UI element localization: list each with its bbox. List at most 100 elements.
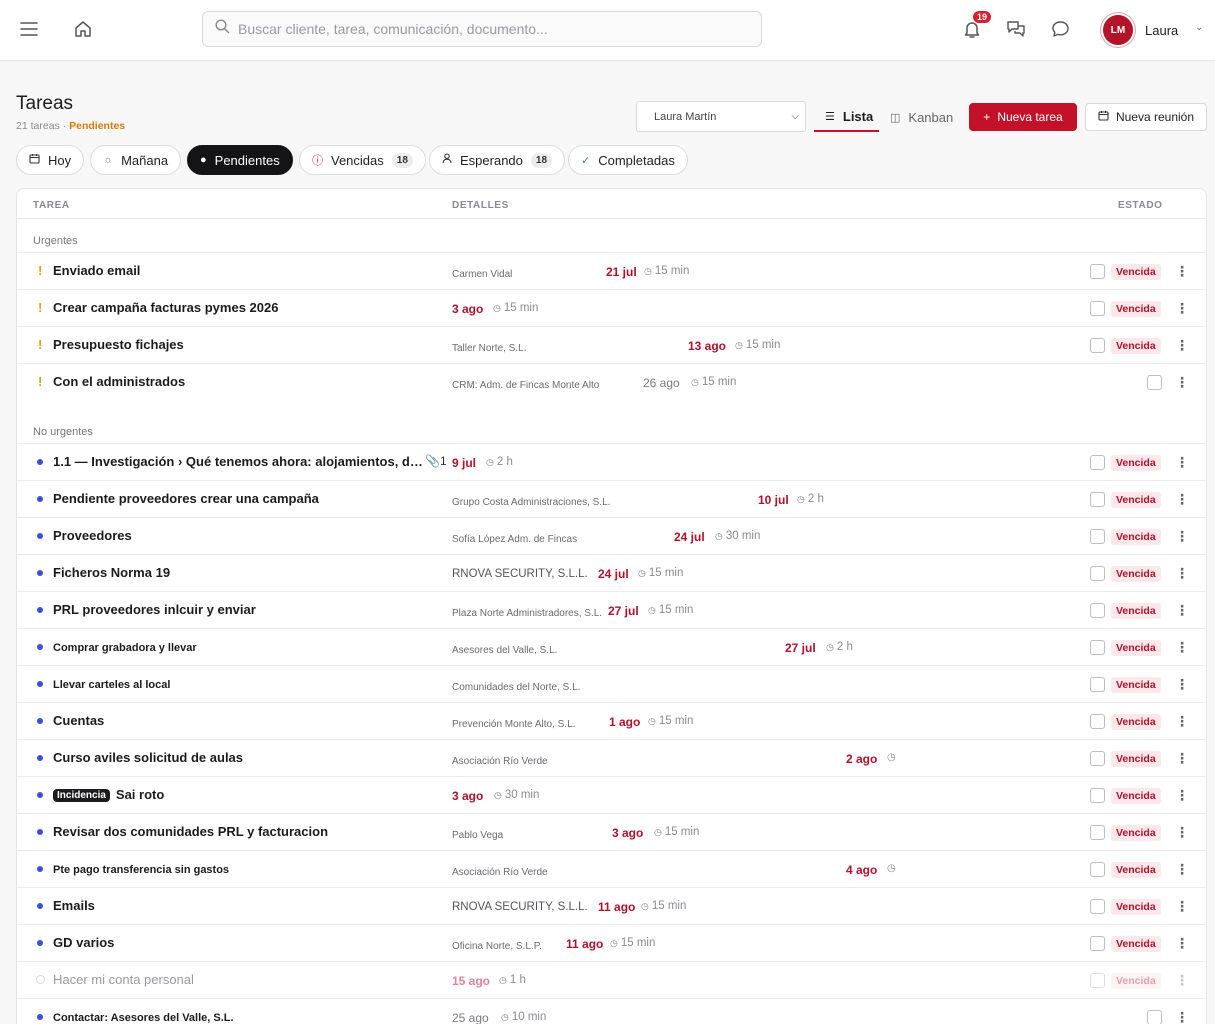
task-checkbox[interactable] <box>1090 862 1105 877</box>
task-checkbox[interactable] <box>1090 492 1105 507</box>
task-checkbox[interactable] <box>1090 264 1105 279</box>
more-options-icon[interactable]: ⋮ <box>1175 528 1189 545</box>
task-title[interactable]: Contactar: Asesores del Valle, S.L. <box>53 1012 234 1024</box>
table-row[interactable]: Pendiente proveedores crear una campaña … <box>17 480 1206 517</box>
task-title[interactable]: Emails <box>53 898 95 913</box>
tab-kanban[interactable]: ◫ Kanban <box>890 103 953 132</box>
menu-icon[interactable] <box>15 15 43 43</box>
filter-pending[interactable]: ● Pendientes <box>187 145 293 175</box>
more-options-icon[interactable]: ⋮ <box>1175 861 1189 878</box>
task-checkbox[interactable] <box>1090 640 1105 655</box>
task-checkbox[interactable] <box>1090 788 1105 803</box>
table-row[interactable]: Contactar: Asesores del Valle, S.L. 25 a… <box>17 998 1206 1024</box>
task-title[interactable]: Incidencia Sai roto <box>53 787 164 802</box>
more-options-icon[interactable]: ⋮ <box>1175 491 1189 508</box>
task-checkbox[interactable] <box>1090 825 1105 840</box>
table-row[interactable]: Emails RNOVA SECURITY, S.L.L. 11 ago ◷ 15… <box>17 887 1206 924</box>
filter-overdue[interactable]: ⓘ Vencidas 18 <box>299 145 426 175</box>
table-row[interactable]: Incidencia Sai roto 3 ago ◷ 30 min Vencida… <box>17 776 1206 813</box>
task-checkbox[interactable] <box>1090 455 1105 470</box>
table-row[interactable]: Proveedores Sofía López Adm. de Fincas 2… <box>17 517 1206 554</box>
task-checkbox[interactable] <box>1090 566 1105 581</box>
more-options-icon[interactable]: ⋮ <box>1175 263 1189 280</box>
table-row[interactable]: ! Enviado email Carmen Vidal 21 jul ◷ 15 … <box>17 252 1206 289</box>
more-options-icon[interactable]: ⋮ <box>1175 787 1189 804</box>
task-checkbox[interactable] <box>1090 899 1105 914</box>
more-options-icon[interactable]: ⋮ <box>1175 337 1189 354</box>
task-title[interactable]: Curso aviles solicitud de aulas <box>53 750 243 765</box>
task-checkbox[interactable] <box>1090 751 1105 766</box>
task-title[interactable]: PRL proveedores inlcuir y enviar <box>53 602 256 617</box>
task-title[interactable]: GD varios <box>53 935 114 950</box>
table-row[interactable]: PRL proveedores inlcuir y enviar Plaza N… <box>17 591 1206 628</box>
more-options-icon[interactable]: ⋮ <box>1175 898 1189 915</box>
more-options-icon[interactable]: ⋮ <box>1175 750 1189 767</box>
more-options-icon[interactable]: ⋮ <box>1175 602 1189 619</box>
task-title[interactable]: Pendiente proveedores crear una campaña <box>53 491 319 506</box>
table-row[interactable]: ! Crear campaña facturas pymes 2026 3 ag… <box>17 289 1206 326</box>
task-title[interactable]: Ficheros Norma 19 <box>53 565 170 580</box>
task-title[interactable]: Con el administrados <box>53 374 185 389</box>
table-row[interactable]: 1.1 — Investigación › Qué tenemos ahora:… <box>17 443 1206 480</box>
table-row[interactable]: ! Con el administrados CRM: Adm. de Finc… <box>17 363 1206 400</box>
more-options-icon[interactable]: ⋮ <box>1175 300 1189 317</box>
more-options-icon[interactable]: ⋮ <box>1175 972 1189 989</box>
filter-tomorrow[interactable]: ☼ Mañana <box>90 145 182 175</box>
task-checkbox[interactable] <box>1090 338 1105 353</box>
search-input[interactable] <box>238 21 738 37</box>
task-title[interactable]: Revisar dos comunidades PRL y facturacio… <box>53 824 328 839</box>
user-name[interactable]: Laura <box>1145 23 1178 38</box>
task-title[interactable]: Comprar grabadora y llevar <box>53 642 197 654</box>
task-title[interactable]: Cuentas <box>53 713 104 728</box>
more-options-icon[interactable]: ⋮ <box>1175 639 1189 656</box>
table-row[interactable]: Comprar grabadora y llevar Asesores del … <box>17 628 1206 665</box>
more-options-icon[interactable]: ⋮ <box>1175 824 1189 841</box>
more-options-icon[interactable]: ⋮ <box>1175 374 1189 391</box>
more-options-icon[interactable]: ⋮ <box>1175 565 1189 582</box>
chevron-down-icon[interactable]: ⌄ <box>1195 22 1203 33</box>
table-row[interactable]: GD varios Oficina Norte, S.L.P. 11 ago ◷… <box>17 924 1206 961</box>
task-checkbox[interactable] <box>1090 301 1105 316</box>
task-checkbox[interactable] <box>1090 677 1105 692</box>
task-checkbox[interactable] <box>1147 375 1162 390</box>
table-row[interactable]: ! Presupuesto fichajes Taller Norte, S.L… <box>17 326 1206 363</box>
new-meeting-button[interactable]: Nueva reunión <box>1085 103 1207 131</box>
table-row[interactable]: Revisar dos comunidades PRL y facturacio… <box>17 813 1206 850</box>
search-box[interactable] <box>202 11 762 47</box>
more-options-icon[interactable]: ⋮ <box>1175 935 1189 952</box>
task-checkbox[interactable] <box>1090 603 1105 618</box>
table-row[interactable]: Ficheros Norma 19 RNOVA SECURITY, S.L.L.… <box>17 554 1206 591</box>
task-title[interactable]: Pte pago transferencia sin gastos <box>53 864 229 876</box>
table-row[interactable]: Cuentas Prevención Monte Alto, S.L. 1 ag… <box>17 702 1206 739</box>
more-options-icon[interactable]: ⋮ <box>1175 1009 1189 1024</box>
table-row[interactable]: Llevar carteles al local Comunidades del… <box>17 665 1206 702</box>
more-options-icon[interactable]: ⋮ <box>1175 713 1189 730</box>
chat-bubbles-icon[interactable] <box>1002 15 1030 43</box>
new-task-button[interactable]: + Nueva tarea <box>969 103 1077 131</box>
more-options-icon[interactable]: ⋮ <box>1175 454 1189 471</box>
table-row[interactable]: Curso aviles solicitud de aulas Asociaci… <box>17 739 1206 776</box>
task-checkbox[interactable] <box>1147 1010 1162 1024</box>
table-row[interactable]: Hacer mi conta personal 15 ago ◷ 1 h Venc… <box>17 961 1206 998</box>
home-icon[interactable] <box>69 15 97 43</box>
task-checkbox[interactable] <box>1090 529 1105 544</box>
task-title[interactable]: 1.1 — Investigación › Qué tenemos ahora:… <box>53 454 423 469</box>
task-checkbox[interactable] <box>1090 936 1105 951</box>
task-title[interactable]: Llevar carteles al local <box>53 679 170 691</box>
task-title[interactable]: Enviado email <box>53 263 140 278</box>
task-title[interactable]: Presupuesto fichajes <box>53 337 184 352</box>
filter-today[interactable]: Hoy <box>16 145 85 175</box>
task-title[interactable]: Crear campaña facturas pymes 2026 <box>53 300 278 315</box>
avatar[interactable]: LM <box>1103 15 1133 45</box>
user-select[interactable]: Laura Martín ⌵ <box>636 101 806 132</box>
tab-list[interactable]: ☰ Lista <box>814 103 879 132</box>
task-title[interactable]: Hacer mi conta personal <box>53 972 194 987</box>
more-options-icon[interactable]: ⋮ <box>1175 676 1189 693</box>
task-checkbox[interactable] <box>1090 714 1105 729</box>
message-icon[interactable] <box>1046 15 1074 43</box>
filter-completed[interactable]: ✓ Completadas <box>568 145 688 175</box>
filter-waiting[interactable]: Esperando 18 <box>429 145 566 175</box>
table-row[interactable]: Pte pago transferencia sin gastos Asocia… <box>17 850 1206 887</box>
task-title[interactable]: Proveedores <box>53 528 132 543</box>
task-checkbox[interactable] <box>1090 973 1105 988</box>
